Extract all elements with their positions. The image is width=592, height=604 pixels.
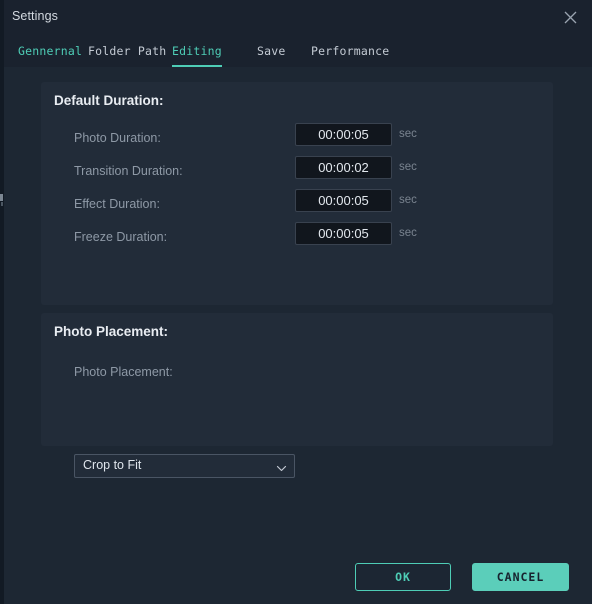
photo-duration-label: Photo Duration: [74,131,161,145]
tab-gennernal[interactable]: Gennernal [18,34,82,67]
close-icon [564,11,577,24]
photo-placement-selected-value: Crop to Fit [83,458,142,472]
effect-duration-input[interactable]: 00:00:05 [295,189,392,212]
background-artifact-secondary [1,202,3,206]
settings-content: Default Duration: Photo Duration: 00:00:… [4,67,592,604]
photo-placement-card: Photo Placement: Photo Placement: Crop t… [41,313,553,478]
default-duration-card: Default Duration: Photo Duration: 00:00:… [41,82,553,305]
photo-placement-label: Photo Placement: [74,365,173,379]
transition-duration-input[interactable]: 00:00:02 [295,156,392,179]
photo-duration-unit: sec [399,128,417,140]
effect-duration-unit: sec [399,194,417,206]
chevron-down-icon [276,461,287,479]
tab-bar: Gennernal Folder Path Editing Save Perfo… [4,34,592,68]
cancel-button[interactable]: CANCEL [472,563,569,591]
transition-duration-unit: sec [399,161,417,173]
freeze-duration-unit: sec [399,227,417,239]
photo-placement-select[interactable]: Crop to Fit [74,454,295,478]
window-title: Settings [12,9,58,23]
photo-duration-input[interactable]: 00:00:05 [295,123,392,146]
photo-placement-title: Photo Placement: [54,324,169,339]
ok-button[interactable]: OK [355,563,451,591]
default-duration-title: Default Duration: [54,93,164,108]
transition-duration-label: Transition Duration: [74,164,183,178]
settings-dialog: Settings Gennernal Folder Path Editing S… [0,0,592,604]
tab-folder-path[interactable]: Folder Path [88,34,166,67]
tab-performance[interactable]: Performance [311,34,389,67]
close-button[interactable] [548,0,592,34]
tab-save[interactable]: Save [257,34,286,67]
freeze-duration-input[interactable]: 00:00:05 [295,222,392,245]
tab-editing[interactable]: Editing [172,34,222,67]
effect-duration-label: Effect Duration: [74,197,160,211]
background-artifact [0,194,3,201]
freeze-duration-label: Freeze Duration: [74,230,168,244]
title-bar: Settings [4,0,592,35]
